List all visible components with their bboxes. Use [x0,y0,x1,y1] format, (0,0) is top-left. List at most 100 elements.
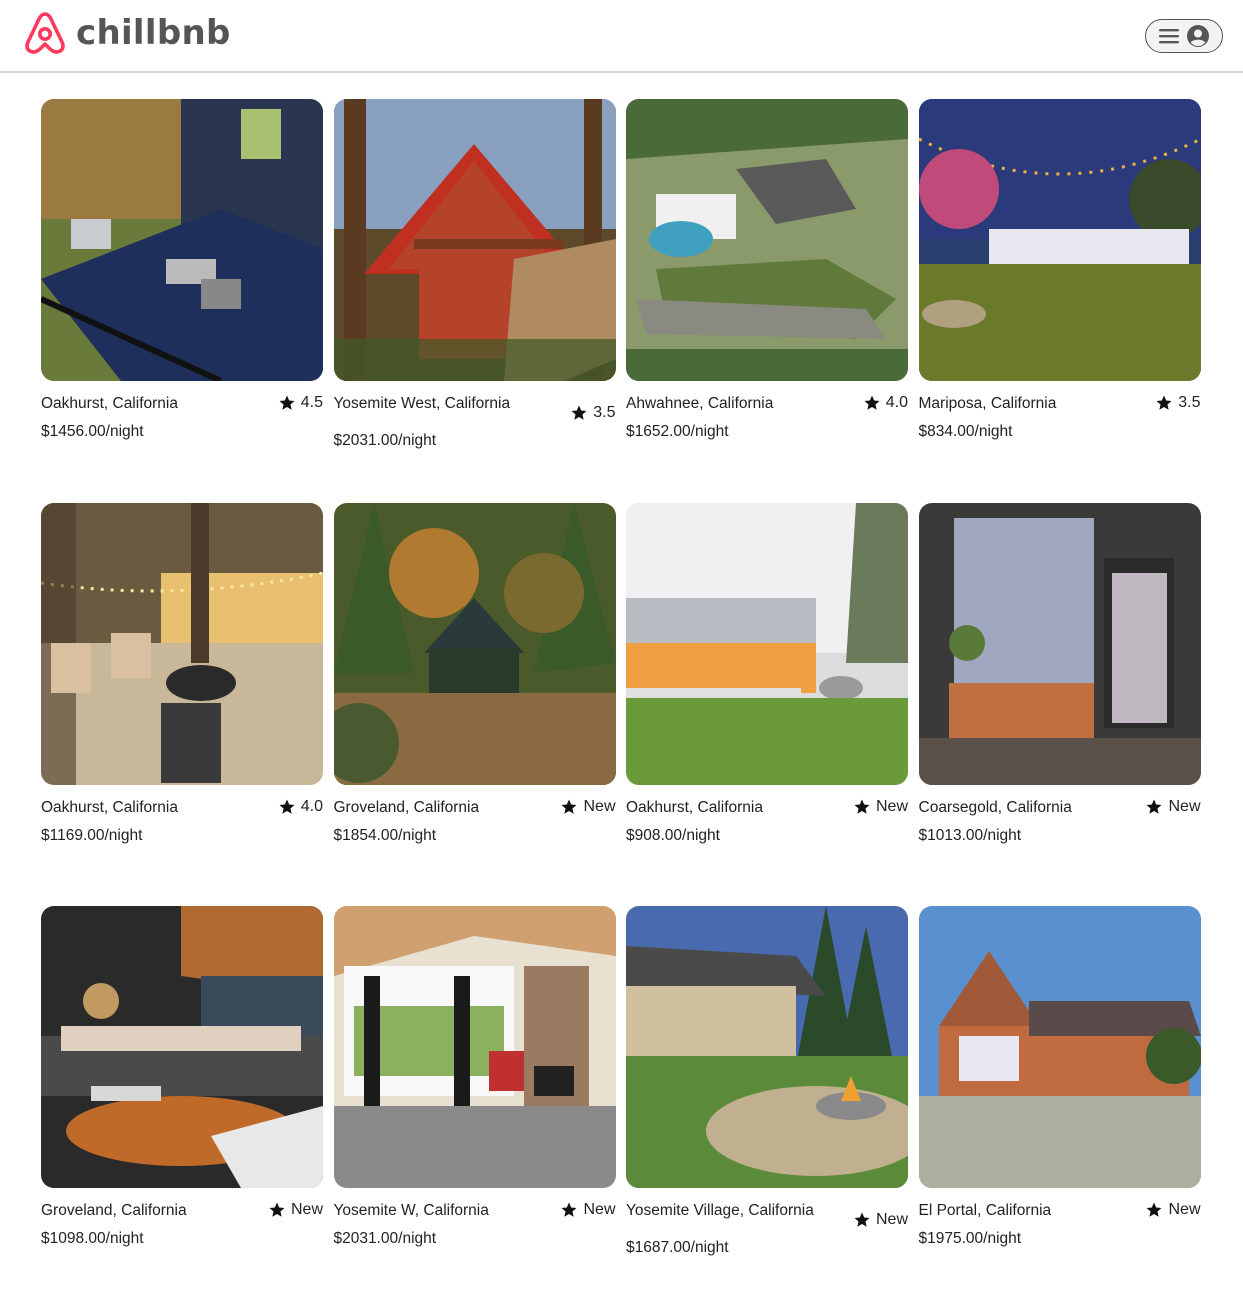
listing-photo-image [626,906,908,1188]
listing-card[interactable]: Groveland, California New $1854.00/night [333,502,616,907]
listing-card[interactable]: Groveland, California New $1098.00/night [41,906,323,1310]
listing-photo[interactable] [918,99,1201,381]
listing-card[interactable]: Mariposa, California 3.5 $834.00/night [918,99,1201,503]
star-icon [279,395,295,410]
listing-photo-image [626,99,908,381]
listing-photo[interactable] [333,906,616,1188]
listing-photo-image [918,502,1201,785]
listing-card[interactable]: Yosemite W, California New $2031.00/nigh… [333,906,616,1310]
listing-location: Oakhurst, California [41,798,178,816]
listing-location: Groveland, California [333,798,480,816]
listing-photo-image [41,502,323,785]
listing-rating: New [1145,797,1201,816]
star-icon [561,1202,577,1217]
listing-price: $908.00/night [626,826,720,844]
listing-location: Coarsegold, California [918,798,1072,816]
listing-rating-value: New [583,1201,616,1218]
listing-photo-image [333,502,616,785]
listing-price: $1975.00/night [918,1230,1022,1247]
listing-location: Oakhurst, California [41,395,178,412]
listing-photo-image [918,99,1201,381]
listing-price: $2031.00/night [333,1230,437,1247]
star-icon [1156,395,1172,410]
star-icon [854,1212,870,1227]
listing-location: Oakhurst, California [626,798,763,816]
user-avatar-icon [1187,25,1209,47]
listing-photo[interactable] [626,99,908,381]
listing-rating-value: 3.5 [593,404,616,421]
listing-info: Oakhurst, California 4.5 [41,394,323,413]
listing-location: Yosemite W, California [333,1202,489,1219]
listing-photo[interactable] [626,906,908,1188]
listing-info: Groveland, California New [334,798,616,817]
listing-info: Coarsegold, California New [919,798,1201,817]
listing-location: El Portal, California [918,1202,1052,1219]
listing-price: $1169.00/night [41,826,143,844]
listing-photo[interactable] [918,502,1201,785]
listing-rating: New [853,798,908,816]
listing-rating-value: 4.0 [300,797,323,815]
listing-card[interactable]: Coarsegold, California New $1013.00/nigh… [918,502,1201,907]
listing-rating: 4.0 [863,394,908,412]
listing-rating-value: 4.0 [885,394,908,411]
listing-price: $834.00/night [918,423,1013,440]
listing-card[interactable]: Yosemite West, California 3.5 $2031.00/n… [333,99,616,503]
star-icon [854,799,870,814]
listing-rating: New [268,1201,323,1219]
user-menu-button[interactable] [1145,19,1223,53]
listings-grid: Oakhurst, California 4.5 $1456.00/night … [41,99,1201,1310]
listing-price: $1854.00/night [333,826,437,844]
listing-rating: 4.5 [278,394,323,412]
hamburger-menu-icon [1159,29,1179,44]
star-icon [279,799,295,814]
listing-price: $2031.00/night [333,432,437,449]
listing-rating-value: 3.5 [1178,394,1201,411]
listing-rating-value: New [875,797,908,815]
listing-photo[interactable] [41,502,323,785]
listing-location: Yosemite West, California [333,395,511,412]
listing-rating: New [560,1201,616,1219]
listing-photo[interactable] [333,99,616,381]
listing-location: Mariposa, California [918,395,1057,412]
listing-info: Groveland, California New [41,1201,323,1220]
listing-info: Yosemite W, California New [334,1201,616,1220]
listing-rating-value: New [875,1211,908,1228]
listing-photo[interactable] [918,906,1201,1188]
logo-icon [25,12,65,54]
listing-price: $1098.00/night [41,1230,144,1247]
home-logo-link[interactable]: chillbnb [22,10,231,56]
listing-price: $1013.00/night [918,826,1022,844]
listing-card[interactable]: Oakhurst, California New $908.00/night [626,502,908,907]
listing-card[interactable]: El Portal, California New $1975.00/night [918,906,1201,1310]
listing-info: Mariposa, California 3.5 [919,394,1201,413]
listing-photo[interactable] [41,906,323,1188]
listing-location: Yosemite Village, California [626,1202,814,1219]
listing-location: Ahwahnee, California [626,395,774,412]
star-icon [864,395,880,410]
listing-rating: 3.5 [1155,394,1201,412]
listing-rating: 3.5 [570,404,616,422]
listing-photo-image [918,906,1201,1188]
listing-photo-image [333,99,616,381]
listing-rating-value: 4.5 [300,394,323,411]
listing-price: $1687.00/night [626,1239,729,1256]
listing-rating-value: New [583,797,616,815]
listing-card[interactable]: Ahwahnee, California 4.0 $1652.00/night [626,99,908,503]
listing-price: $1652.00/night [626,423,729,440]
listing-card[interactable]: Oakhurst, California 4.5 $1456.00/night [41,99,323,503]
listing-photo[interactable] [333,502,616,785]
listing-rating: New [1145,1201,1201,1219]
listing-price: $1456.00/night [41,423,144,440]
listing-photo-image [41,99,323,381]
star-icon [1146,799,1162,814]
listing-info: El Portal, California New [919,1201,1201,1220]
listing-info: Oakhurst, California 4.0 [41,798,323,817]
listing-photo[interactable] [41,99,323,381]
star-icon [561,799,577,814]
listing-rating-value: New [1168,797,1201,815]
listing-card[interactable]: Oakhurst, California 4.0 $1169.00/night [41,502,323,907]
listing-photo[interactable] [626,502,908,785]
listing-card[interactable]: Yosemite Village, California New $1687.0… [626,906,908,1310]
listing-rating: New [560,797,616,816]
listing-location: Groveland, California [41,1202,187,1219]
